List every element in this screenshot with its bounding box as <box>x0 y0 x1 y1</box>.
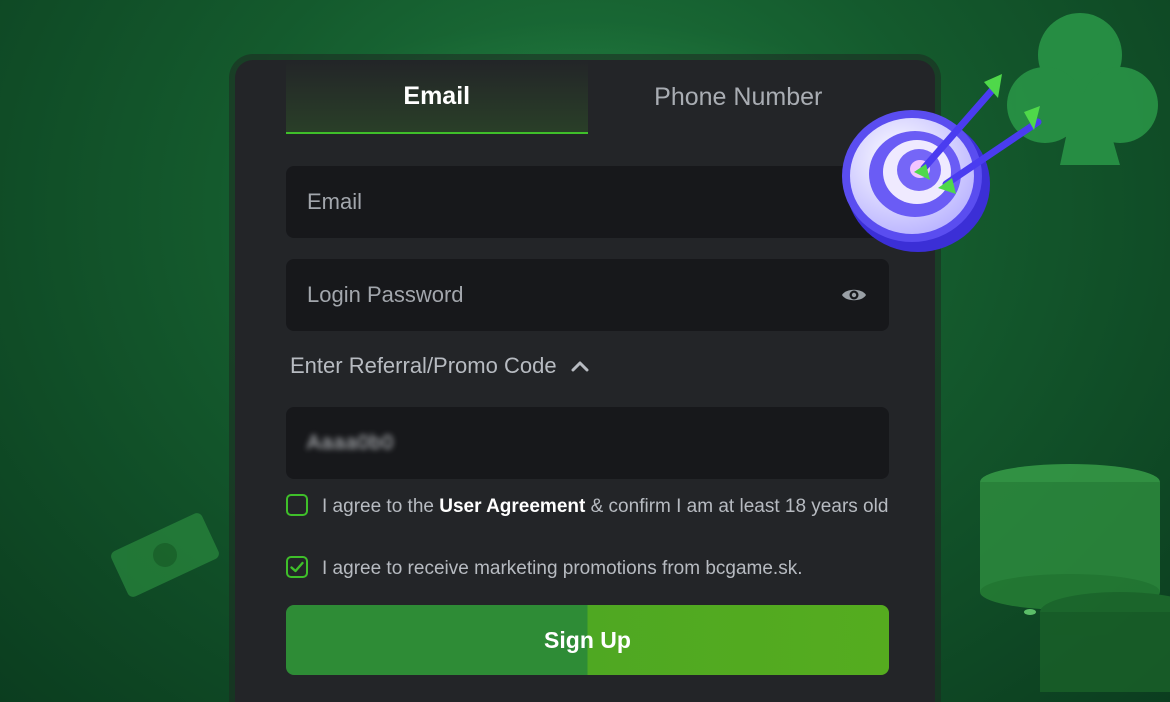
email-field-container <box>286 166 889 238</box>
email-field[interactable] <box>307 189 868 215</box>
terms-prefix: I agree to the <box>322 496 440 517</box>
promo-code-value: Aaaa0b0 <box>307 431 395 454</box>
user-agreement-link[interactable]: User Agreement <box>439 496 585 517</box>
password-field[interactable] <box>307 282 868 308</box>
auth-tabs: Email Phone Number <box>286 60 889 134</box>
password-field-container <box>286 259 889 331</box>
marketing-checkbox[interactable] <box>286 556 308 578</box>
eye-icon[interactable] <box>841 285 867 305</box>
tab-email[interactable]: Email <box>286 60 588 134</box>
terms-checkbox[interactable] <box>286 494 308 516</box>
sign-up-button[interactable]: Sign Up <box>286 605 889 675</box>
promo-code-toggle[interactable]: Enter Referral/Promo Code <box>290 353 589 379</box>
marketing-agreement: I agree to receive marketing promotions … <box>286 556 892 581</box>
check-icon <box>290 561 304 573</box>
banknote-decoration <box>111 513 219 597</box>
coin-stack-decoration <box>980 464 1170 692</box>
terms-suffix: & confirm I am at least 18 years old <box>585 496 889 517</box>
terms-agreement: I agree to the User Agreement & confirm … <box>286 494 892 519</box>
promo-code-field[interactable]: Aaaa0b0 <box>286 407 889 479</box>
chevron-up-icon <box>571 361 589 372</box>
promo-code-toggle-label: Enter Referral/Promo Code <box>290 353 557 378</box>
marketing-text: I agree to receive marketing promotions … <box>322 558 803 579</box>
terms-text: I agree to the User Agreement & confirm … <box>322 494 892 519</box>
target-icon <box>842 74 1042 252</box>
